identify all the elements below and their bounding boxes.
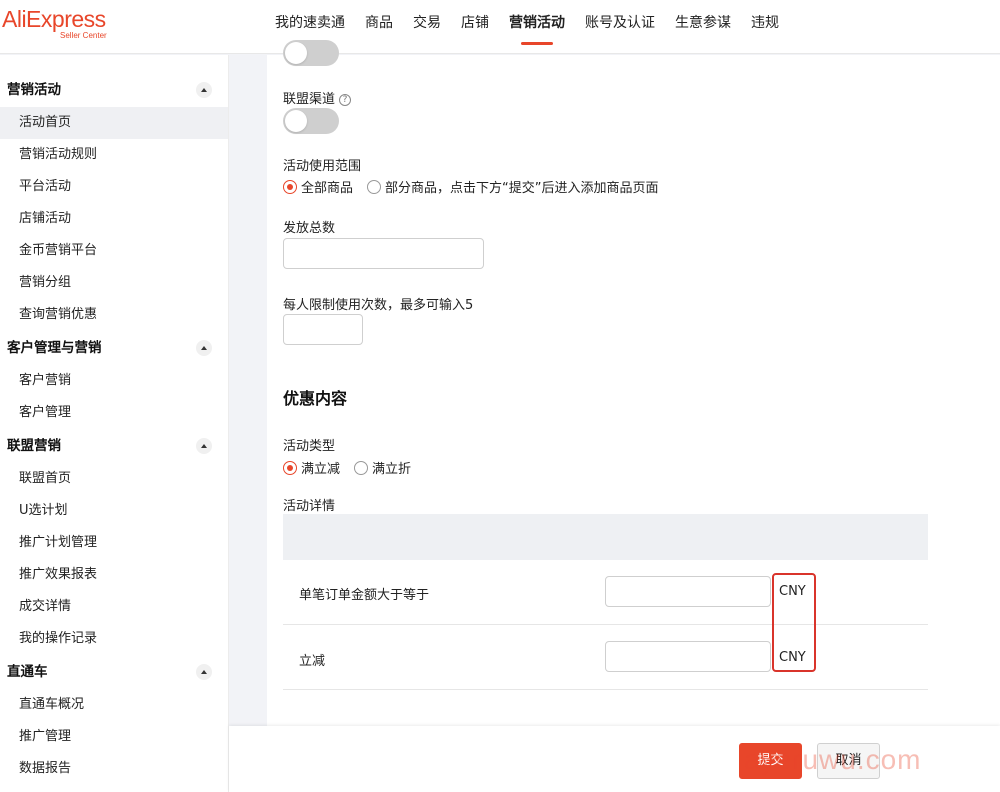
submit-button[interactable]: 提交 [739, 743, 802, 779]
type-option-label: 满立减 [301, 462, 341, 477]
scope-option-label: 全部商品 [301, 181, 354, 196]
aliexpress-logo[interactable]: AliExpress Seller Center [2, 6, 122, 46]
sidebar-group-label: 直通车 [7, 664, 48, 680]
sidebar-item-activity-home[interactable]: 活动首页 [0, 107, 228, 139]
type-option-label: 满立折 [372, 462, 412, 477]
main-nav: 我的速卖通 商品 交易 店铺 营销活动 账号及认证 生意参谋 违规 [265, 0, 789, 54]
content-gutter [229, 55, 267, 726]
currency-highlight-box [772, 573, 816, 672]
logo-subtext: Seller Center [60, 31, 107, 40]
radio-unchecked-icon[interactable] [354, 460, 369, 475]
sidebar-item-affiliate-home[interactable]: 联盟首页 [0, 463, 228, 495]
type-label: 活动类型 [283, 439, 336, 454]
sidebar-item-operation-log[interactable]: 我的操作记录 [0, 623, 228, 655]
sidebar-group-label: 联盟营销 [7, 438, 61, 454]
scope-option-partial[interactable]: 部分商品，点击下方“提交”后进入添加商品页面 [367, 177, 659, 196]
sidebar-item-marketing-groups[interactable]: 营销分组 [0, 267, 228, 299]
help-icon[interactable]: ? [339, 93, 352, 106]
detail-table-header [283, 514, 928, 560]
sidebar-item-query-discounts[interactable]: 查询营销优惠 [0, 299, 228, 331]
min-amount-input[interactable] [605, 576, 771, 607]
sidebar-group-customers[interactable]: 客户管理与营销 [0, 331, 228, 365]
sidebar-item-deal-details[interactable]: 成交详情 [0, 591, 228, 623]
nav-products[interactable]: 商品 [355, 0, 403, 54]
radio-checked-icon[interactable] [283, 460, 297, 475]
reduce-amount-label: 立减 [299, 654, 326, 669]
per-person-input[interactable] [283, 314, 363, 345]
previous-toggle[interactable] [283, 40, 339, 66]
scope-option-label: 部分商品，点击下方“提交”后进入添加商品页面 [385, 181, 659, 196]
form-footer [229, 726, 1000, 792]
type-option-reduce[interactable]: 满立减 [283, 458, 340, 477]
toggle-knob [285, 110, 307, 132]
min-amount-label: 单笔订单金额大于等于 [299, 588, 430, 603]
type-radio-group: 满立减 满立折 [283, 458, 425, 477]
type-option-discount[interactable]: 满立折 [354, 458, 411, 477]
sidebar-item-u-plan[interactable]: U选计划 [0, 495, 228, 527]
affiliate-channel-toggle[interactable] [283, 108, 339, 134]
nav-business-advisor[interactable]: 生意参谋 [665, 0, 741, 54]
nav-account[interactable]: 账号及认证 [575, 0, 665, 54]
total-label: 发放总数 [283, 221, 336, 236]
top-bar: AliExpress Seller Center 我的速卖通 商品 交易 店铺 … [0, 0, 1000, 54]
sidebar-group-label: 客户管理与营销 [7, 340, 102, 356]
cancel-button[interactable]: 取消 [817, 743, 880, 779]
sidebar-item-rules[interactable]: 营销活动规则 [0, 139, 228, 171]
sidebar-item-promotion-management[interactable]: 推广管理 [0, 721, 228, 753]
reduce-amount-input[interactable] [605, 641, 771, 672]
row-divider [283, 624, 928, 625]
sidebar-group-direct-train[interactable]: 直通车 [0, 655, 228, 689]
sidebar-item-coin-platform[interactable]: 金币营销平台 [0, 235, 228, 267]
toggle-knob [285, 42, 307, 64]
sidebar-group-marketing[interactable]: 营销活动 [0, 73, 228, 107]
sidebar-item-customer-management[interactable]: 客户管理 [0, 397, 228, 429]
scope-radio-group: 全部商品 部分商品，点击下方“提交”后进入添加商品页面 [283, 177, 673, 196]
radio-checked-icon[interactable] [283, 179, 297, 194]
collapse-icon[interactable] [196, 340, 212, 356]
nav-transactions[interactable]: 交易 [403, 0, 451, 54]
radio-unchecked-icon[interactable] [367, 179, 382, 194]
sidebar-item-customer-marketing[interactable]: 客户营销 [0, 365, 228, 397]
nav-marketing[interactable]: 营销活动 [499, 0, 575, 54]
sidebar: 营销活动 活动首页 营销活动规则 平台活动 店铺活动 金币营销平台 营销分组 查… [0, 55, 229, 792]
collapse-icon[interactable] [196, 82, 212, 98]
sidebar-item-plan-management[interactable]: 推广计划管理 [0, 527, 228, 559]
nav-violations[interactable]: 违规 [741, 0, 789, 54]
sidebar-item-platform-activity[interactable]: 平台活动 [0, 171, 228, 203]
affiliate-channel-label: 联盟渠道? [283, 88, 352, 107]
sidebar-group-label: 营销活动 [7, 82, 61, 98]
sidebar-item-overview[interactable]: 直通车概况 [0, 689, 228, 721]
scope-option-all[interactable]: 全部商品 [283, 177, 353, 196]
sidebar-group-affiliate[interactable]: 联盟营销 [0, 429, 228, 463]
sidebar-item-store-activity[interactable]: 店铺活动 [0, 203, 228, 235]
total-input[interactable] [283, 238, 484, 269]
sidebar-item-effect-report[interactable]: 推广效果报表 [0, 559, 228, 591]
affiliate-channel-text: 联盟渠道 [283, 92, 336, 107]
discount-section-title: 优惠内容 [283, 389, 348, 408]
sidebar-item-data-report[interactable]: 数据报告 [0, 753, 228, 785]
per-person-label: 每人限制使用次数，最多可输入5 [283, 298, 474, 313]
scope-label: 活动使用范围 [283, 159, 362, 174]
collapse-icon[interactable] [196, 664, 212, 680]
form-card [267, 55, 1000, 726]
detail-label: 活动详情 [283, 499, 336, 514]
nav-store[interactable]: 店铺 [451, 0, 499, 54]
collapse-icon[interactable] [196, 438, 212, 454]
logo-text: AliExpress [2, 6, 106, 32]
row-divider [283, 689, 928, 690]
